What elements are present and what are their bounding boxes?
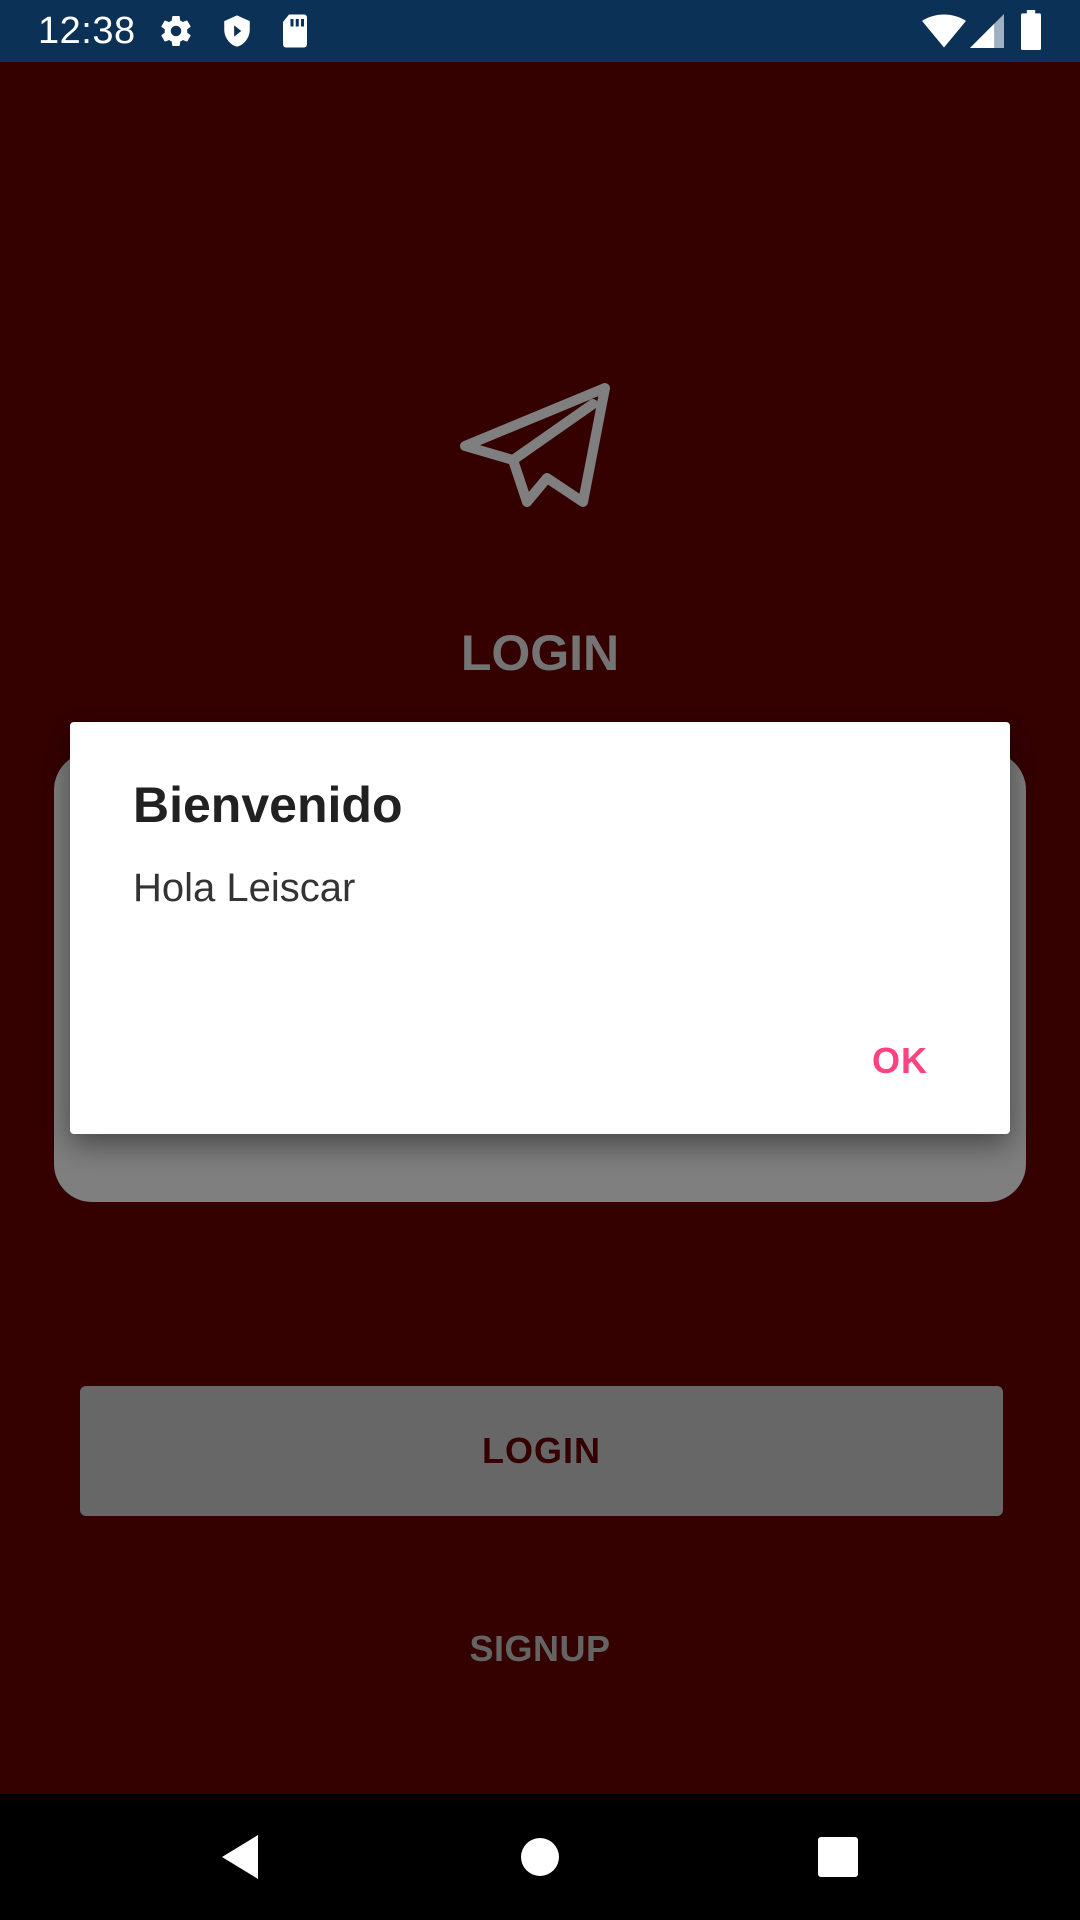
- signal-icon: [970, 14, 1004, 48]
- gear-icon: [161, 16, 191, 47]
- shield-icon: [224, 15, 250, 47]
- sdcard-icon: [283, 14, 307, 48]
- home-icon[interactable]: [518, 1831, 562, 1883]
- login-screen-root: 12:38 LOGIN: [0, 0, 1080, 1920]
- status-time: 12:38: [38, 10, 136, 52]
- navigation-bar: [0, 1794, 1080, 1920]
- dialog-ok-button[interactable]: OK: [860, 1034, 940, 1088]
- recents-icon[interactable]: [816, 1831, 860, 1883]
- status-bar: 12:38: [0, 0, 1080, 62]
- dialog-title: Bienvenido: [133, 777, 403, 833]
- wifi-icon: [922, 14, 966, 48]
- dialog-message: Hola Leiscar: [133, 866, 356, 910]
- welcome-dialog: Bienvenido Hola Leiscar OK: [70, 722, 1010, 1134]
- battery-icon: [1021, 10, 1041, 50]
- back-icon[interactable]: [216, 1831, 262, 1883]
